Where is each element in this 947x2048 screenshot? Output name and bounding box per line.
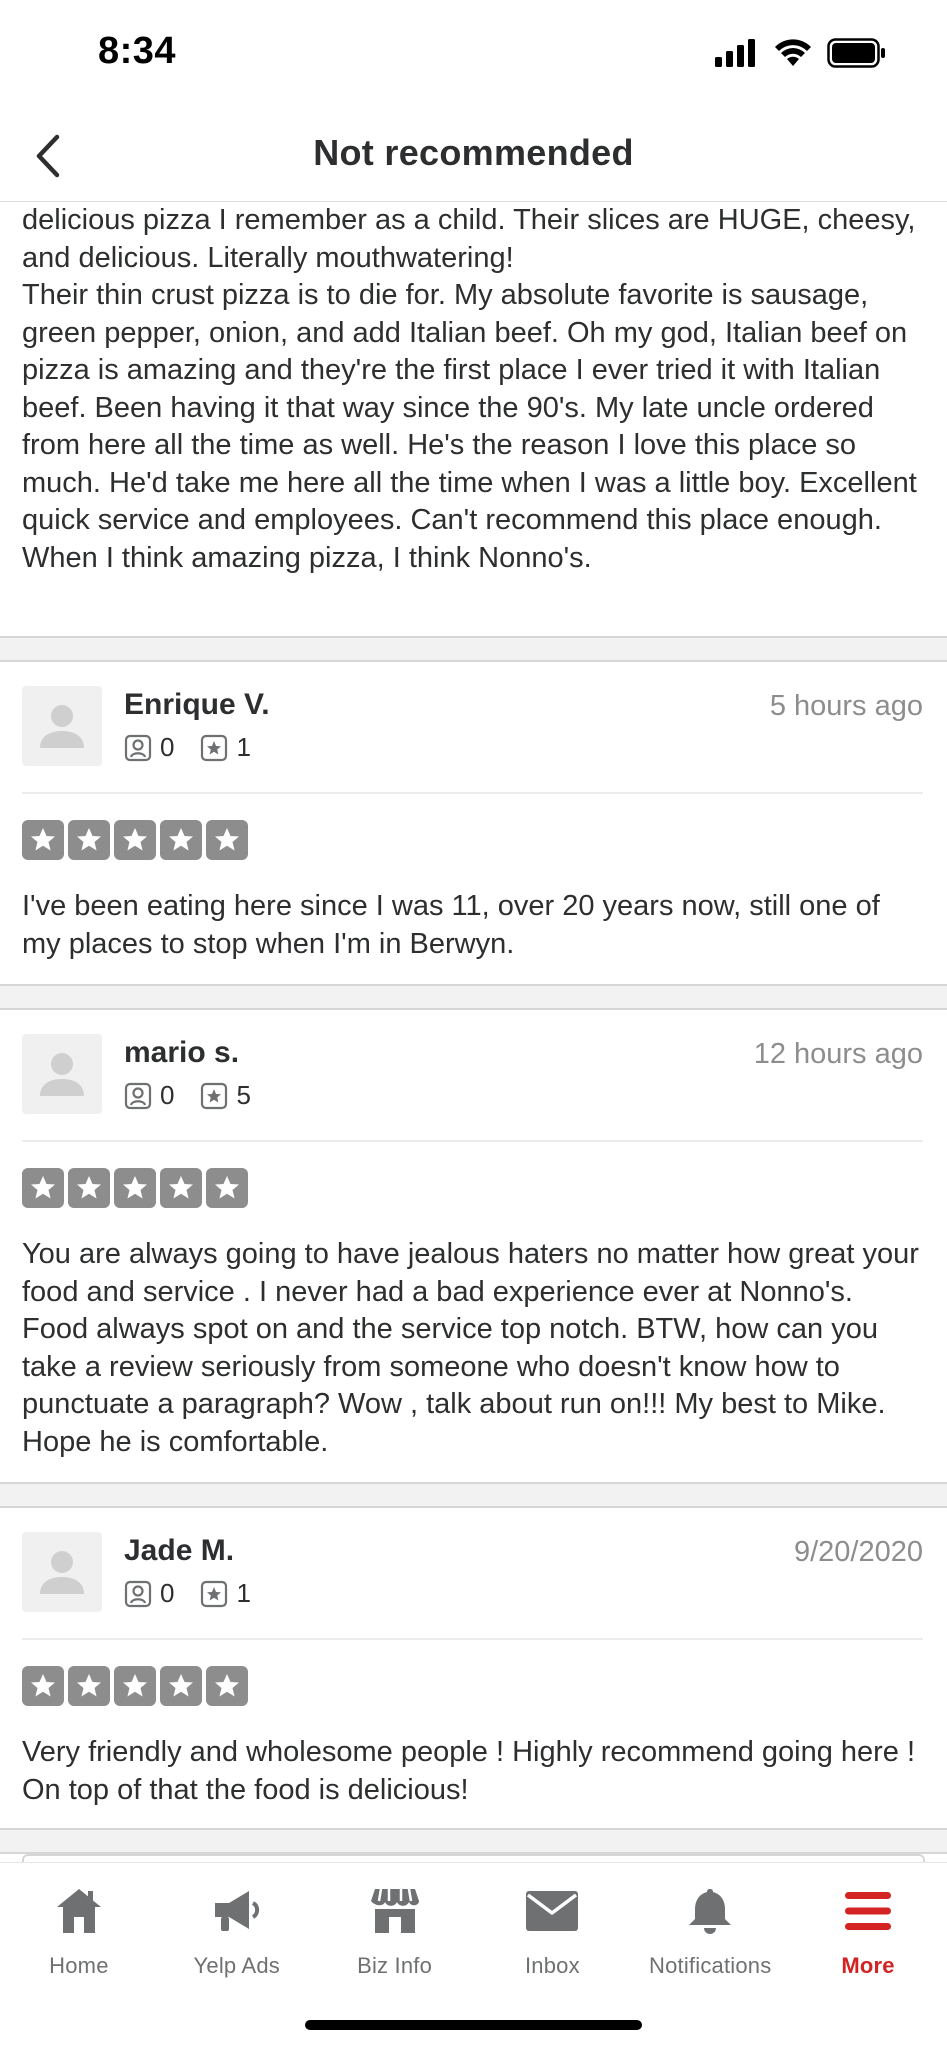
star-icon (160, 820, 202, 860)
tab-notifications[interactable]: Notifications (631, 1881, 789, 1979)
battery-icon (827, 38, 885, 68)
tab-inbox[interactable]: Inbox (473, 1881, 631, 1979)
tab-yelp-ads-label: Yelp Ads (193, 1953, 280, 1978)
storefront-icon (370, 1888, 419, 1933)
star-icon (206, 820, 248, 860)
star-icon (206, 1666, 248, 1706)
friends-stat: 0 (124, 732, 174, 763)
reviews-stat: 1 (200, 732, 251, 763)
reviewer-name[interactable]: Enrique V. (124, 688, 270, 722)
reviews-stat: 5 (200, 1080, 251, 1111)
default-user-icon (40, 705, 84, 748)
review-card: Jade M. 9/20/2020 0 1 Very friendly and … (0, 1508, 947, 1808)
review-date: 9/20/2020 (793, 1536, 923, 1568)
star-icon (114, 820, 156, 860)
star-rating (22, 1666, 248, 1706)
friends-stat: 0 (124, 1578, 174, 1609)
tab-home[interactable]: Home (0, 1881, 158, 1979)
star-icon (160, 1666, 202, 1706)
status-icons (715, 36, 887, 70)
reviews-count: 1 (236, 1578, 251, 1608)
star-icon (206, 1168, 248, 1208)
friends-count: 0 (160, 1080, 175, 1110)
avatar[interactable] (22, 1034, 102, 1114)
friends-count: 0 (160, 732, 175, 762)
review-separator (0, 1828, 947, 1854)
reviews-count: 1 (236, 732, 251, 762)
star-review-count-icon (201, 734, 228, 761)
review-text-continued: delicious pizza I remember as a child. T… (22, 204, 917, 574)
reviewer-name[interactable]: Jade M. (124, 1534, 234, 1568)
status-time: 8:34 (98, 30, 177, 72)
star-icon (160, 1168, 202, 1208)
star-icon (68, 1666, 110, 1706)
header-divider (22, 1140, 923, 1142)
review-card: Enrique V. 5 hours ago 0 1 I've been eat… (0, 662, 947, 960)
review-list[interactable]: delicious pizza I remember as a child. T… (0, 202, 947, 1862)
envelope-icon (526, 1891, 579, 1931)
review-date: 12 hours ago (753, 1038, 923, 1070)
home-icon (56, 1889, 101, 1933)
tab-biz-info[interactable]: Biz Info (316, 1881, 474, 1979)
avatar[interactable] (22, 686, 102, 766)
star-review-count-icon (201, 1580, 228, 1607)
star-rating (22, 820, 248, 860)
review-separator (0, 1482, 947, 1508)
next-review-card (22, 1854, 925, 1862)
star-icon (114, 1666, 156, 1706)
bell-icon (689, 1889, 732, 1934)
home-indicator[interactable] (305, 2020, 642, 2030)
reviewer-stats: 0 5 (124, 1080, 265, 1111)
header-divider (22, 1638, 923, 1640)
avatar[interactable] (22, 1532, 102, 1612)
star-icon (68, 1168, 110, 1208)
review-body: Very friendly and wholesome people ! Hig… (22, 1736, 916, 1806)
friends-icon (124, 1580, 152, 1607)
default-user-icon (40, 1551, 84, 1594)
review-separator (0, 984, 947, 1010)
default-user-icon (40, 1053, 84, 1096)
header-divider (22, 792, 923, 794)
tab-bar: Home Yelp Ads Biz Info Inbox Notificatio… (0, 1862, 947, 2048)
star-review-count-icon (201, 1082, 228, 1109)
review-date: 5 hours ago (769, 690, 923, 722)
friends-icon (124, 1082, 152, 1109)
star-icon (68, 820, 110, 860)
tab-more[interactable]: More (789, 1881, 947, 1979)
page-title: Not recommended (313, 132, 634, 173)
tab-yelp-ads[interactable]: Yelp Ads (158, 1881, 316, 1979)
friends-count: 0 (160, 1578, 175, 1608)
tab-notifications-label: Notifications (649, 1953, 772, 1978)
review-body: I've been eating here since I was 11, ov… (22, 890, 880, 960)
reviews-stat: 1 (200, 1578, 251, 1609)
star-rating (22, 1168, 248, 1208)
star-icon (22, 1168, 64, 1208)
reviewer-name[interactable]: mario s. (124, 1036, 239, 1070)
status-bar: 8:34 (0, 0, 947, 110)
review-separator (0, 636, 947, 662)
review-card: mario s. 12 hours ago 0 5 You are always… (0, 1010, 947, 1458)
hamburger-menu-icon (845, 1892, 892, 1930)
tab-biz-info-label: Biz Info (357, 1953, 433, 1978)
tab-more-label: More (841, 1953, 895, 1978)
cellular-signal-icon (715, 39, 755, 67)
reviews-count: 5 (236, 1080, 251, 1110)
reviewer-stats: 0 1 (124, 732, 265, 763)
star-icon (22, 820, 64, 860)
tab-home-label: Home (49, 1953, 109, 1978)
star-icon (114, 1168, 156, 1208)
review-body: You are always going to have jealous hat… (22, 1238, 919, 1458)
friends-icon (124, 734, 152, 761)
nav-bar: Not recommended (0, 110, 947, 202)
friends-stat: 0 (124, 1080, 174, 1111)
star-icon (22, 1666, 64, 1706)
tab-inbox-label: Inbox (524, 1953, 580, 1978)
megaphone-icon (214, 1891, 259, 1931)
wifi-icon (775, 39, 811, 66)
reviewer-stats: 0 1 (124, 1578, 265, 1609)
